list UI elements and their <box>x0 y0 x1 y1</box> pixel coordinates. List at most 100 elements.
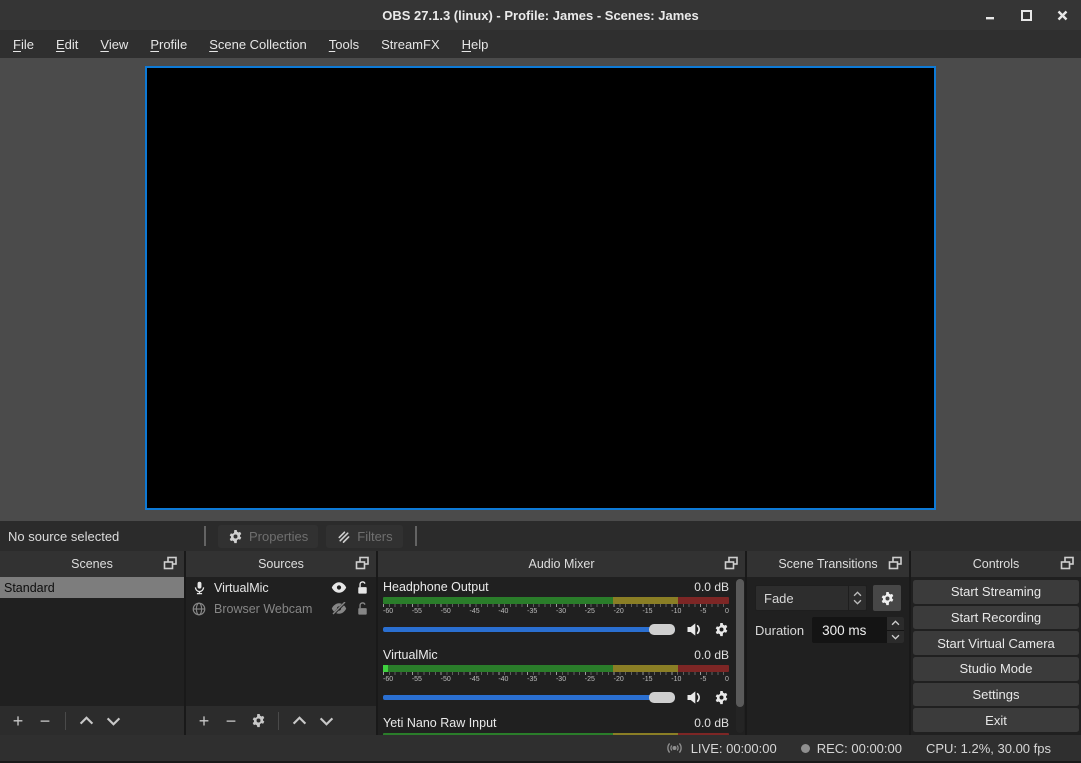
start-virtual-camera-button[interactable]: Start Virtual Camera <box>913 631 1079 655</box>
exit-button[interactable]: Exit <box>913 708 1079 732</box>
preview-area <box>0 58 1081 521</box>
remove-source-button[interactable]: − <box>221 712 241 730</box>
duration-decrease-button[interactable] <box>887 631 904 644</box>
minimize-icon[interactable] <box>983 8 997 22</box>
gear-icon <box>880 591 895 606</box>
settings-button[interactable]: Settings <box>913 683 1079 707</box>
sources-header[interactable]: Sources <box>186 551 376 577</box>
start-recording-button[interactable]: Start Recording <box>913 606 1079 630</box>
studio-mode-button[interactable]: Studio Mode <box>913 657 1079 681</box>
scenes-panel: Scenes Standard + − <box>0 551 184 735</box>
menu-item-tools[interactable]: Tools <box>318 32 370 57</box>
duration-increase-button[interactable] <box>887 617 904 630</box>
gear-icon <box>228 529 243 544</box>
properties-button[interactable]: Properties <box>218 525 318 548</box>
volume-slider[interactable] <box>383 623 675 635</box>
menu-item-streamfx[interactable]: StreamFX <box>370 32 451 57</box>
live-timer: LIVE: 00:00:00 <box>691 741 777 756</box>
lock-open-icon[interactable] <box>354 580 370 595</box>
tick-label: -15 <box>642 675 652 684</box>
source-item[interactable]: Browser Webcam <box>186 598 376 619</box>
tick-label: -40 <box>498 675 508 684</box>
scene-transitions-header[interactable]: Scene Transitions <box>747 551 909 577</box>
scenes-header[interactable]: Scenes <box>0 551 184 577</box>
maximize-icon[interactable] <box>1019 8 1033 22</box>
add-source-button[interactable]: + <box>194 712 214 730</box>
tick-label: -35 <box>527 607 537 616</box>
channel-db-value: 0.0 dB <box>694 648 729 662</box>
scene-item[interactable]: Standard <box>0 577 184 598</box>
meter-active-segment <box>383 665 388 672</box>
rec-status: REC: 00:00:00 <box>801 741 902 756</box>
mixer-scrollbar[interactable] <box>736 579 744 733</box>
record-dot-icon <box>801 744 810 753</box>
eye-slash-icon[interactable] <box>331 602 347 615</box>
slider-handle[interactable] <box>649 692 675 703</box>
controls-panel: Controls Start StreamingStart RecordingS… <box>911 551 1081 735</box>
preview-canvas[interactable] <box>145 66 936 510</box>
volume-meter <box>383 597 729 604</box>
move-source-down-button[interactable] <box>316 716 336 726</box>
close-icon[interactable] <box>1055 8 1069 22</box>
add-scene-button[interactable]: + <box>8 712 28 730</box>
duration-spinbox[interactable]: 300 ms <box>812 617 904 643</box>
no-source-selected-label: No source selected <box>0 529 196 544</box>
footer-separator <box>278 712 279 730</box>
obs-window: OBS 27.1.3 (linux) - Profile: James - Sc… <box>0 0 1081 763</box>
menu-item-view[interactable]: View <box>89 32 139 57</box>
chevron-up-icon <box>891 620 900 626</box>
volume-slider[interactable] <box>383 691 675 703</box>
move-source-up-button[interactable] <box>289 716 309 726</box>
tick-label: -30 <box>556 607 566 616</box>
tick-label: -25 <box>585 607 595 616</box>
menu-item-help[interactable]: Help <box>451 32 500 57</box>
transition-select[interactable]: Fade <box>755 585 867 611</box>
menu-item-profile[interactable]: Profile <box>139 32 198 57</box>
meter-scale: -60-55-50-45-40-35-30-25-20-15-10-50 <box>383 675 729 684</box>
audio-settings-gear-icon[interactable] <box>714 690 729 705</box>
start-streaming-button[interactable]: Start Streaming <box>913 580 1079 604</box>
popout-icon[interactable] <box>163 556 178 571</box>
combo-spinner[interactable] <box>848 586 866 610</box>
scrollbar-thumb[interactable] <box>736 579 744 707</box>
dock-area: Scenes Standard + − Sources VirtualMicBr… <box>0 551 1081 735</box>
channel-db-value: 0.0 dB <box>694 580 729 594</box>
transition-properties-button[interactable] <box>873 585 901 611</box>
source-item[interactable]: VirtualMic <box>186 577 376 598</box>
scenes-toolbar: + − <box>0 706 184 735</box>
cpu-status: CPU: 1.2%, 30.00 fps <box>926 741 1051 756</box>
popout-icon[interactable] <box>724 556 739 571</box>
audio-mixer-header[interactable]: Audio Mixer <box>378 551 745 577</box>
menu-item-edit[interactable]: Edit <box>45 32 89 57</box>
eye-icon[interactable] <box>331 581 347 594</box>
window-controls <box>983 0 1069 30</box>
audio-settings-gear-icon[interactable] <box>714 622 729 637</box>
scenes-title: Scenes <box>71 557 113 571</box>
slider-handle[interactable] <box>649 624 675 635</box>
speaker-icon[interactable] <box>686 690 703 705</box>
channel-name: VirtualMic <box>383 648 438 662</box>
filters-button[interactable]: Filters <box>326 525 402 548</box>
channel-db-value: 0.0 dB <box>694 716 729 730</box>
volume-meter <box>383 733 729 735</box>
move-scene-down-button[interactable] <box>103 716 123 726</box>
controls-header[interactable]: Controls <box>911 551 1081 577</box>
titlebar[interactable]: OBS 27.1.3 (linux) - Profile: James - Sc… <box>0 0 1081 30</box>
popout-icon[interactable] <box>1060 556 1075 571</box>
source-toolbar: No source selected Properties Filters <box>0 521 1081 551</box>
move-scene-up-button[interactable] <box>76 716 96 726</box>
lock-open-icon[interactable] <box>354 601 370 616</box>
meter-scale: -60-55-50-45-40-35-30-25-20-15-10-50 <box>383 607 729 616</box>
speaker-icon[interactable] <box>686 622 703 637</box>
microphone-icon <box>191 580 207 596</box>
toolbar-separator <box>415 526 417 546</box>
tick-label: 0 <box>725 675 729 684</box>
menu-item-scene-collection[interactable]: Scene Collection <box>198 32 318 57</box>
tick-label: -10 <box>671 607 681 616</box>
popout-icon[interactable] <box>355 556 370 571</box>
menu-item-file[interactable]: File <box>2 32 45 57</box>
filter-icon <box>336 529 351 544</box>
source-properties-button[interactable] <box>248 713 268 728</box>
popout-icon[interactable] <box>888 556 903 571</box>
remove-scene-button[interactable]: − <box>35 712 55 730</box>
